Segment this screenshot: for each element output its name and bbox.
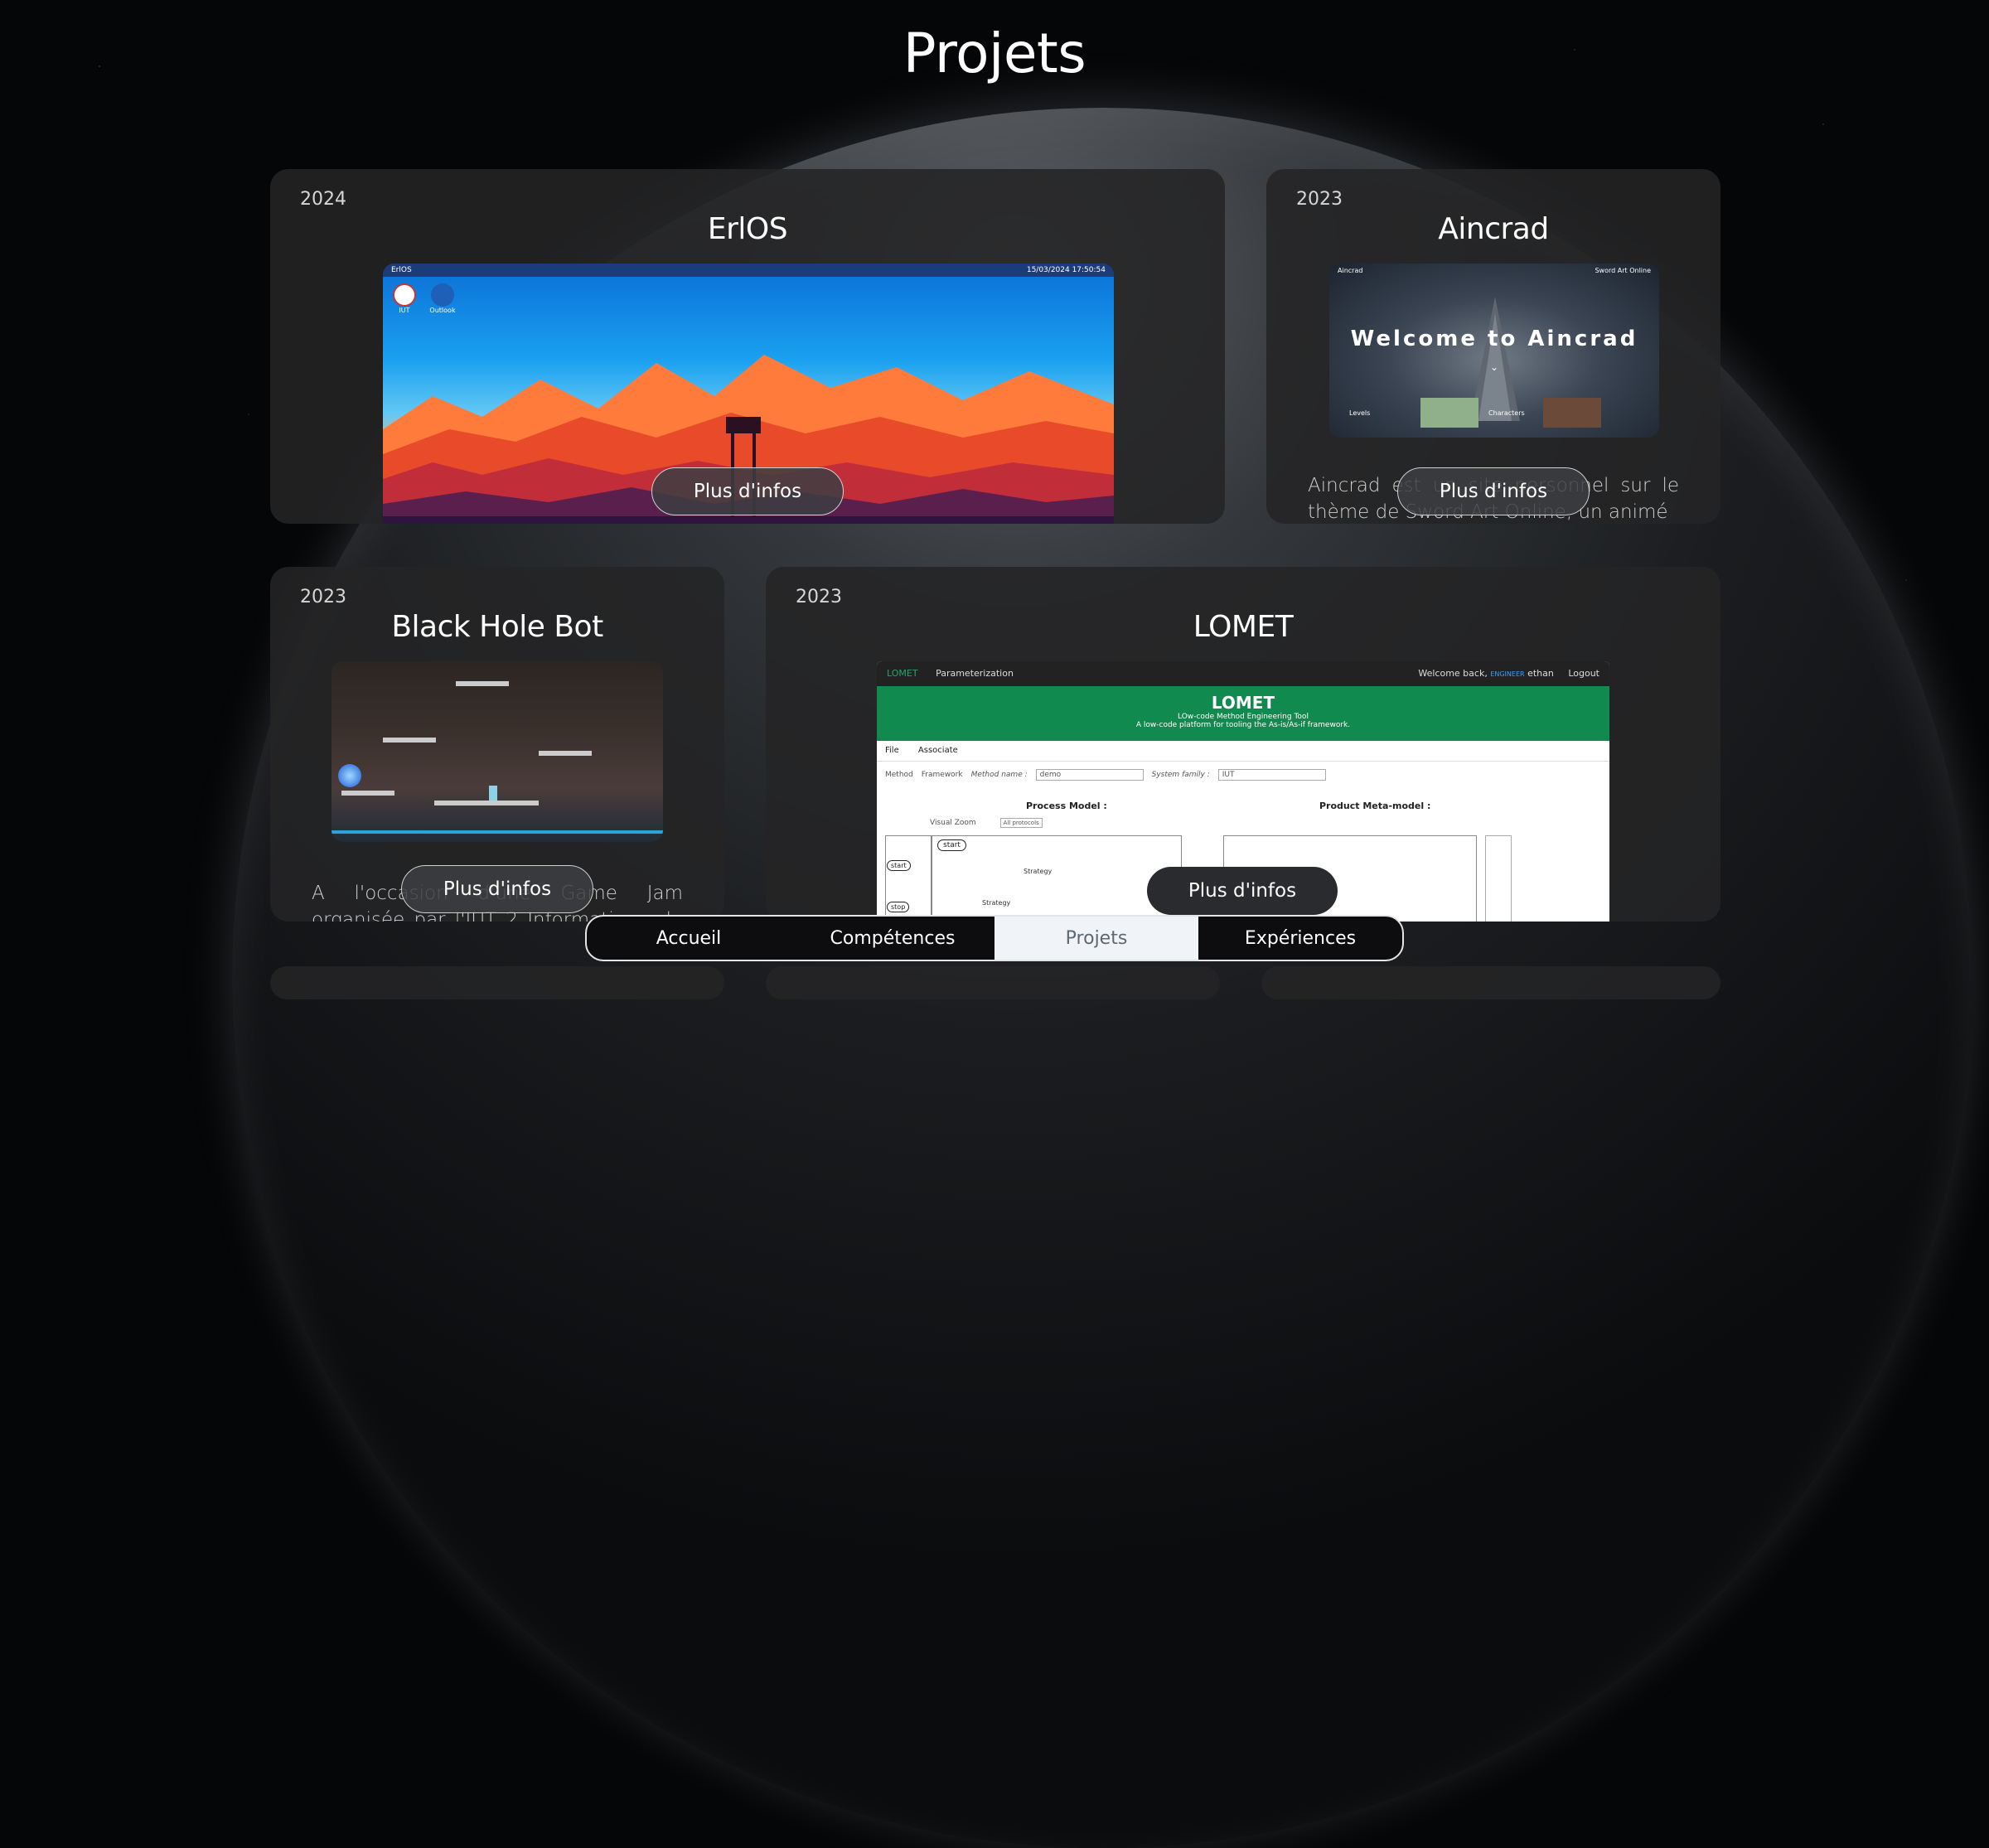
process-model-canvas: start Strategy Strategy [932,835,1182,922]
project-title: Aincrad [1438,212,1549,246]
nav-tab-competences[interactable]: Compétences [791,917,994,960]
nav-tab-accueil[interactable]: Accueil [587,917,791,960]
more-info-button[interactable]: Plus d'infos [651,467,844,515]
project-card-peek [766,966,1220,999]
portal-icon [338,764,361,787]
bottom-navigation: Accueil Compétences Projets Expériences [585,915,1404,961]
chevron-down-icon: ⌄ [1489,361,1499,373]
project-year: 2024 [300,189,346,210]
project-screenshot: Aincrad Sword Art Online Welcome to Ainc… [1329,264,1659,438]
robot-sprite [489,786,497,801]
app-header: LOMET LOw-code Method Engineering Tool A… [877,686,1609,741]
project-screenshot [332,661,663,842]
nav-tab-projets[interactable]: Projets [994,917,1198,960]
more-info-button[interactable]: Plus d'infos [1397,467,1590,515]
project-year: 2023 [1296,189,1343,210]
levels-thumbnail [1420,398,1478,428]
project-card-peek [1261,966,1720,999]
shape-palette [1485,835,1512,922]
more-info-button[interactable]: Plus d'infos [1147,867,1338,915]
project-card-black-hole-bot: 2023 Black Hole Bot A l'occasion d'une G… [270,567,724,922]
welcome-heading: Welcome to Aincrad [1350,327,1638,351]
project-title: ErlOS [707,212,788,246]
app-navbar: LOMET Parameterization Welcome back, ENG… [877,661,1609,686]
nav-tab-experiences[interactable]: Expériences [1198,917,1402,960]
project-title: LOMET [1193,610,1294,644]
project-year: 2023 [796,587,842,607]
page-title: Projets [903,22,1086,85]
project-card-lomet: 2023 LOMET LOMET Parameterization Welcom… [766,567,1720,922]
project-card-erlos: 2024 ErlOS ErlOS 15/03/2024 17:50:54 IUT… [270,169,1225,524]
project-card-aincrad: 2023 Aincrad Aincrad Sword Art Online We… [1266,169,1720,524]
more-info-button[interactable]: Plus d'infos [401,865,593,913]
project-title: Black Hole Bot [391,610,603,644]
project-year: 2023 [300,587,346,607]
project-card-peek [270,966,724,999]
characters-thumbnail [1543,398,1601,428]
